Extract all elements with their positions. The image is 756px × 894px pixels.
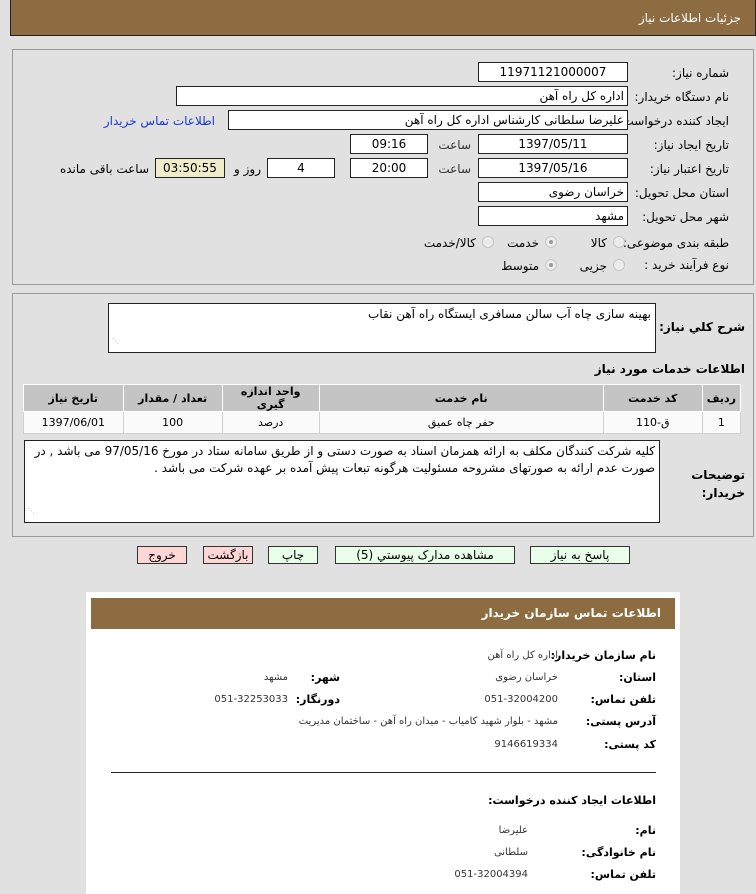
created-date-label: تاریخ ایجاد نیاز: (653, 138, 729, 152)
days-label: روز و (234, 162, 261, 176)
requester-field[interactable]: علیرضا سلطانی کارشناس اداره کل راه آهن (228, 110, 628, 130)
category-radio-service[interactable] (545, 236, 557, 248)
description-label: شرح کلي نياز: (659, 320, 745, 334)
remaining-label: ساعت باقی مانده (59, 162, 149, 176)
contact-fax-value: 051-32253033 (214, 694, 288, 705)
respond-button[interactable]: پاسخ به نیاز (530, 546, 630, 564)
requester-last-value: سلطانی (493, 847, 528, 858)
contact-city-label: شهر: (310, 671, 340, 684)
buyer-notes-text: کلیه شرکت کنندگان مکلف به ارائه همزمان ا… (34, 444, 655, 475)
contact-phone-value: 051-32004200 (484, 694, 558, 705)
created-time-field[interactable]: 09:16 (350, 134, 428, 154)
contact-title: اطلاعات تماس سازمان خریدار (481, 606, 661, 620)
requester-last-label: نام خانوادگی: (581, 846, 656, 859)
contact-province-value: خراسان رضوی (495, 672, 558, 683)
city-label: شهر محل تحویل: (642, 210, 729, 224)
created-date-field[interactable]: 1397/05/11 (478, 134, 628, 154)
buyer-org-field[interactable]: اداره کل راه آهن (176, 86, 628, 106)
city-field[interactable]: مشهد (478, 206, 628, 226)
page-header: جزئیات اطلاعات نیاز (10, 0, 756, 36)
purchase-radio-minor[interactable] (613, 259, 625, 271)
province-label: استان محل تحویل: (634, 186, 729, 200)
description-text: بهینه سازی چاه آب سالن مسافری ایستگاه را… (368, 307, 651, 321)
buyer-org-label: نام دستگاه خریدار: (634, 90, 730, 104)
validity-time-label: ساعت (438, 162, 471, 176)
back-button[interactable]: بازگشت (203, 546, 253, 564)
services-section-title: اطلاعات خدمات مورد نیاز (594, 362, 745, 376)
description-textarea[interactable]: بهینه سازی چاه آب سالن مسافری ایستگاه را… (108, 303, 656, 353)
category-radio-goods[interactable] (613, 236, 625, 248)
created-time-label: ساعت (438, 138, 471, 152)
validity-time-field[interactable]: 20:00 (350, 158, 428, 178)
col-unit: واحد اندازه گیری (221, 384, 320, 412)
contact-address-label: آدرس پستی: (585, 715, 656, 728)
cell-row: 1 (701, 411, 742, 434)
purchase-option-medium: متوسط (501, 259, 539, 273)
postal-code-label: کد پستی: (604, 738, 656, 751)
buyer-contact-link[interactable]: اطلاعات تماس خریدار (104, 114, 215, 128)
requester-phone-label: تلفن تماس: (590, 868, 656, 881)
requester-info-title: اطلاعات ایجاد کننده درخواست: (488, 794, 656, 807)
col-quantity: تعداد / مقدار (122, 384, 223, 412)
col-need-date: تاریخ نیاز (23, 384, 124, 412)
attachments-button[interactable]: مشاهده مدارک پیوستي (5) (335, 546, 515, 564)
purchase-radio-medium[interactable] (545, 259, 557, 271)
buyer-notes-label: توضیحات خریدار: (691, 468, 745, 500)
org-name-value: اداره کل راه آهن (487, 650, 558, 661)
need-number-field[interactable]: 11971121000007 (478, 62, 628, 82)
buyer-notes-textarea[interactable]: کلیه شرکت کنندگان مکلف به ارائه همزمان ا… (24, 440, 660, 523)
contact-header: اطلاعات تماس سازمان خریدار (91, 598, 675, 629)
contact-phone-label: تلفن تماس: (590, 693, 656, 706)
validity-date-label: تاریخ اعتبار نیاز: (649, 162, 729, 176)
resize-grip-icon[interactable]: ⋰ (28, 503, 35, 520)
cell-service-name: حفر چاه عمیق (318, 411, 604, 434)
category-option-service: خدمت (507, 236, 539, 250)
buyer-contact-card: اطلاعات تماس سازمان خریدار نام سازمان خر… (86, 592, 680, 894)
purchase-type-label: نوع فرآیند خرید : (644, 258, 729, 272)
resize-grip-icon[interactable]: ⋰ (112, 333, 119, 350)
need-number-label: شماره نیاز: (672, 66, 729, 80)
requester-first-value: علیرضا (498, 825, 528, 836)
cell-quantity: 100 (122, 411, 223, 434)
category-option-goods: کالا (590, 236, 607, 250)
remaining-days-field[interactable]: 4 (267, 158, 335, 178)
postal-code-value: 9146619334 (494, 739, 558, 750)
requester-label: ایجاد کننده درخواست: (618, 114, 729, 128)
need-details-panel: شماره نیاز: 11971121000007 نام دستگاه خر… (12, 49, 754, 285)
divider (111, 772, 656, 773)
requester-phone-value: 051-32004394 (454, 869, 528, 880)
cell-unit: درصد (221, 411, 320, 434)
category-radio-goods-service[interactable] (482, 236, 494, 248)
col-service-code: کد خدمت (602, 384, 703, 412)
exit-button[interactable]: خروج (137, 546, 187, 564)
category-label: طبقه بندی موضوعی: (622, 236, 729, 250)
col-service-name: نام خدمت (318, 384, 604, 412)
category-option-goods-service: کالا/خدمت (423, 236, 476, 250)
table-row: 1 ق-110 حفر چاه عمیق درصد 100 1397/06/01 (23, 411, 742, 434)
requester-first-label: نام: (635, 824, 656, 837)
contact-address-value: مشهد - بلوار شهید کامیاب - میدان راه آهن… (298, 716, 558, 727)
col-row: ردیف (701, 384, 742, 412)
cell-need-date: 1397/06/01 (23, 411, 124, 434)
contact-province-label: استان: (619, 671, 656, 684)
contact-city-value: مشهد (263, 672, 288, 683)
org-name-label: نام سازمان خریدار: (550, 649, 656, 662)
page-title: جزئیات اطلاعات نیاز (638, 11, 741, 25)
services-table: ردیف کد خدمت نام خدمت واحد اندازه گیری ت… (23, 384, 742, 434)
services-panel: شرح کلي نياز: بهینه سازی چاه آب سالن مسا… (12, 293, 754, 537)
cell-service-code: ق-110 (602, 411, 703, 434)
services-table-header: ردیف کد خدمت نام خدمت واحد اندازه گیری ت… (23, 384, 742, 412)
validity-date-field[interactable]: 1397/05/16 (478, 158, 628, 178)
province-field[interactable]: خراسان رضوی (478, 182, 628, 202)
remaining-time-field: 03:50:55 (155, 158, 225, 178)
print-button[interactable]: چاپ (268, 546, 318, 564)
contact-fax-label: دورنگار: (295, 693, 340, 706)
purchase-option-minor: جزیی (579, 259, 607, 273)
